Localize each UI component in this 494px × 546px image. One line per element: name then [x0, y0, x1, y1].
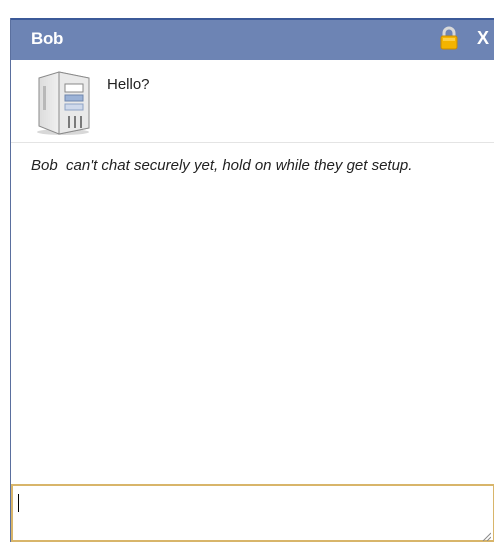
conversation-panel: Hello? Bob can't chat securely yet, hold…: [11, 60, 494, 484]
chat-window: Bob X Hello? Bob can't chat securely yet…: [10, 18, 494, 542]
server-computer-icon: [31, 68, 95, 136]
message-input[interactable]: [13, 486, 493, 540]
secure-status-message: Bob can't chat securely yet, hold on whi…: [31, 156, 471, 175]
lock-icon[interactable]: [439, 26, 459, 50]
message-text: Hello?: [107, 76, 150, 93]
status-contact-name: Bob: [31, 157, 58, 174]
chat-titlebar[interactable]: Bob X: [11, 18, 494, 60]
chat-title: Bob: [31, 29, 64, 48]
text-cursor: [18, 494, 19, 512]
message-row: Hello?: [11, 60, 494, 143]
close-button[interactable]: X: [477, 28, 489, 49]
status-message-text: can't chat securely yet, hold on while t…: [66, 157, 413, 174]
resize-grip-icon[interactable]: [481, 528, 492, 542]
message-composer[interactable]: [11, 484, 494, 542]
